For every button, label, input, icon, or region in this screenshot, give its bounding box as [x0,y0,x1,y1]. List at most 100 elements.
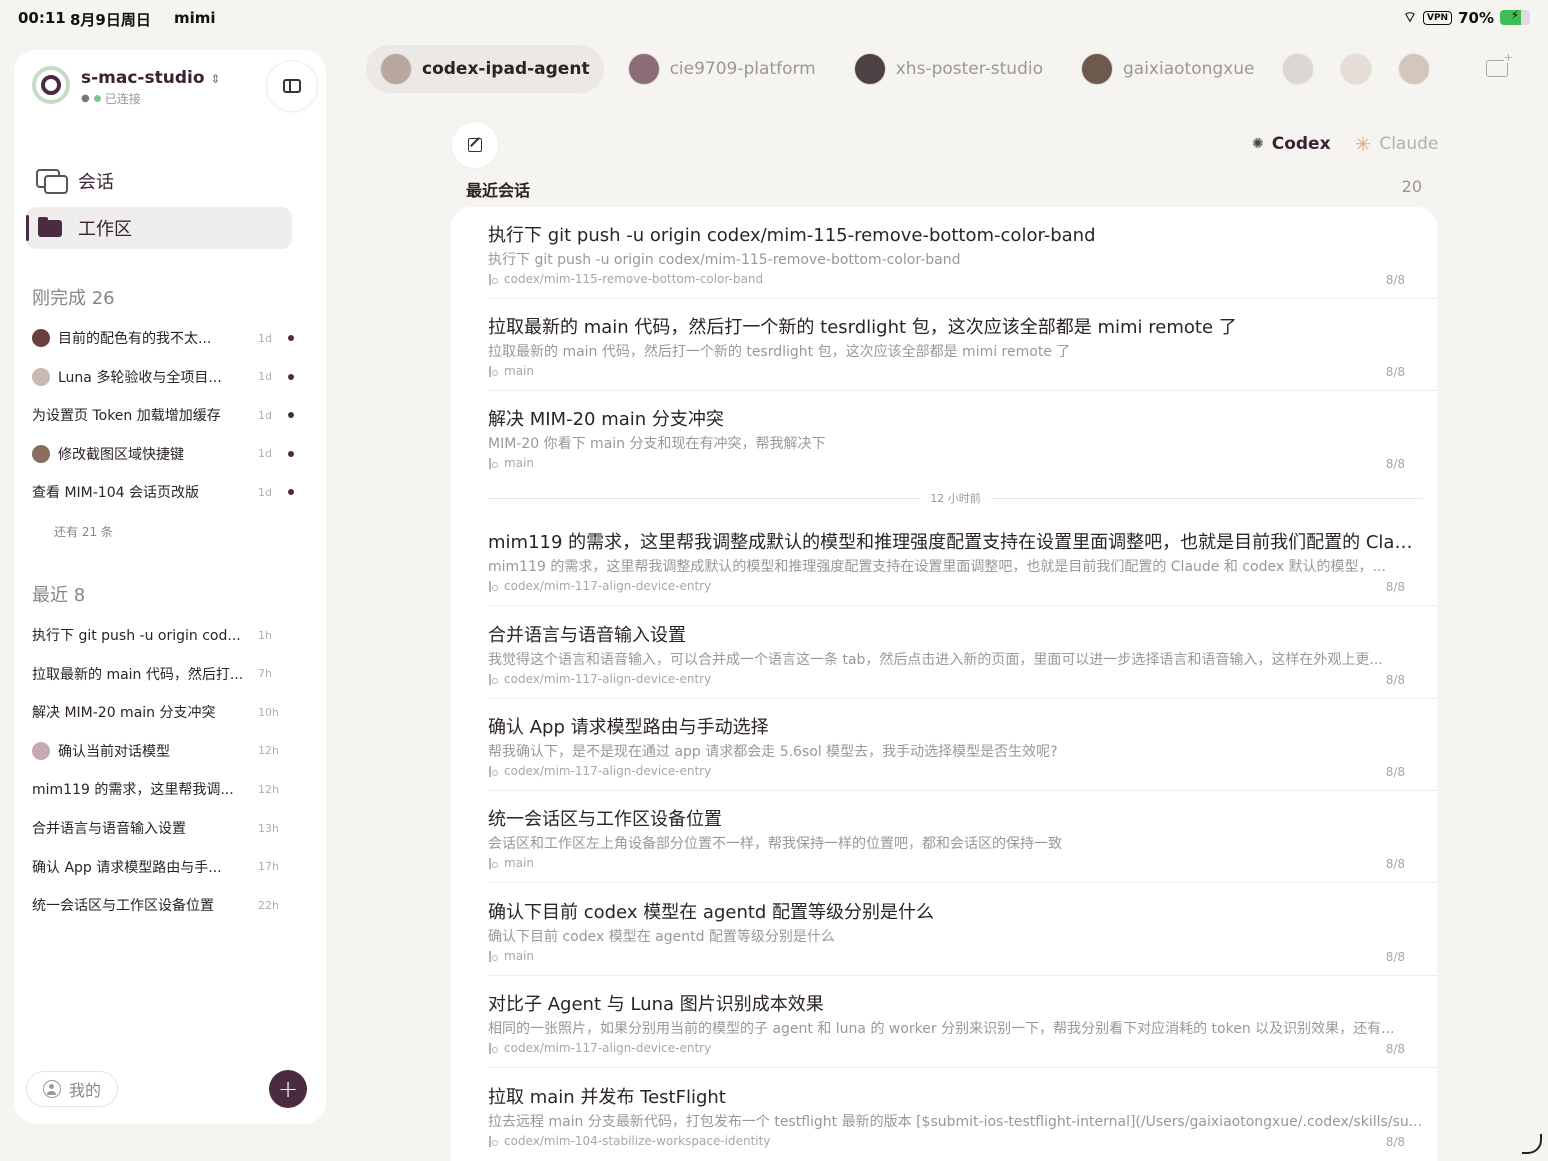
session-row[interactable]: 对比子 Agent 与 Luna 图片识别成本效果相同的一张照片，如果分别用当前… [488,990,1437,1068]
agent-tab[interactable]: codex-ipad-agent [366,45,604,93]
session-row[interactable]: 解决 MIM-20 main 分支冲突 MIM-20 你看下 main 分支和现在… [488,405,1437,483]
session-list-item[interactable]: 确认当前对话模型 12h [32,739,294,763]
new-session-button[interactable]: + [269,1070,307,1108]
folder-icon [36,216,68,240]
branch-name: codex/mim-117-align-device-entry [504,1041,712,1055]
model-option-codex[interactable]: ✺ Codex [1252,134,1331,154]
active-indicator [26,215,29,241]
session-list-item[interactable]: Luna 多轮验收与全项目... 1d [32,365,294,389]
agent-avatar-icon [32,444,50,463]
session-age: 1d [258,447,272,461]
session-date: 8/8 [1385,273,1405,287]
device-name: s-mac-studio [81,68,205,88]
session-date: 8/8 [1385,580,1405,594]
session-list-item[interactable]: 拉取最新的 main 代码，然后打... 7h [32,662,294,686]
sidebar-toggle-button[interactable] [267,61,317,111]
session-branch: main [488,364,534,378]
status-date: 8月9日周日 [70,11,151,29]
session-list-item[interactable]: 执行下 git push -u origin cod... 1h [32,623,294,647]
device-logo-icon [32,66,70,104]
agent-tab[interactable] [1336,45,1376,93]
session-list-item[interactable]: 统一会话区与工作区设备位置 22h [32,893,294,917]
session-title: 修改截图区域快捷键 [58,446,184,463]
claude-icon: ✳ [1354,132,1372,156]
session-list-item[interactable]: 合并语言与语音输入设置 13h [32,816,294,840]
recent-sessions-title: 最近会话 [466,181,531,200]
git-branch-icon [488,1042,498,1054]
session-title: 合并语言与语音输入设置 [488,625,686,646]
git-branch-icon [488,673,498,685]
connected-dot-icon [93,95,101,102]
session-preview: 相同的一张照片，如果分别用当前的模型的子 agent 和 luna 的 work… [488,1021,1395,1037]
me-label: 我的 [68,1081,101,1100]
battery-icon: ⚡ [1500,10,1530,25]
session-row[interactable]: mim119 的需求，这里帮我调整成默认的模型和推理强度配置支持在设置里面调整吧… [488,528,1437,606]
corner-indicator [1522,1134,1542,1154]
session-row[interactable]: 确认下目前 codex 模型在 agentd 配置等级分别是什么 确认下目前 co… [488,898,1437,976]
plus-icon: + [277,1075,299,1103]
session-age: 1d [258,408,272,422]
session-title: 统一会话区与工作区设备位置 [32,898,214,915]
session-row[interactable]: 执行下 git push -u origin codex/mim-115-rem… [488,221,1437,299]
session-list: 执行下 git push -u origin codex/mim-115-rem… [451,207,1437,1161]
agent-avatar-icon [853,53,886,85]
agent-avatar-icon [32,741,50,760]
branch-name: main [504,456,534,470]
branch-name: codex/mim-115-remove-bottom-color-band [504,272,764,286]
device-selector[interactable]: s-mac-studio ⇕ [81,68,221,88]
branch-name: codex/mim-117-align-device-entry [504,764,712,778]
agent-tab[interactable] [1278,45,1318,93]
session-age: 17h [258,860,279,874]
session-preview: 我觉得这个语言和语音输入，可以合并成一个语言这一条 tab，然后点击进入新的页面… [488,652,1383,668]
session-row[interactable]: 统一会话区与工作区设备位置 会话区和工作区左上角设备部分位置不一样，帮我保持一样的… [488,805,1437,883]
session-row[interactable]: 合并语言与语音输入设置我觉得这个语言和语音输入，可以合并成一个语言这一条 tab… [488,621,1437,699]
device-status: ● 已连接 [81,90,141,107]
unread-dot-icon [288,373,294,380]
branch-name: main [504,949,534,963]
session-date: 8/8 [1385,365,1405,379]
session-list-item[interactable]: mim119 的需求，这里帮我调... 12h [32,777,294,801]
device-status-label: 已连接 [104,92,141,106]
chevron-updown-icon: ⇕ [210,72,221,86]
session-title: 对比子 Agent 与 Luna 图片识别成本效果 [488,994,824,1015]
session-list-item[interactable]: 修改截图区域快捷键 1d [32,442,294,466]
session-row[interactable]: 拉取最新的 main 代码，然后打一个新的 tesrdlight 包，这次应该全… [488,313,1437,391]
agent-tab[interactable]: cie9709-platform [614,45,830,93]
session-title: 查看 MIM-104 会话页改版 [32,485,199,502]
add-folder-icon[interactable] [1486,52,1513,77]
wifi-icon: ⌔ [1402,8,1417,26]
session-list-item[interactable]: 查看 MIM-104 会话页改版 1d [32,480,294,504]
session-preview: 执行下 git push -u origin codex/mim-115-rem… [488,252,961,268]
more-completed-link[interactable]: 还有 21 条 [54,523,113,540]
model-label: Claude [1379,134,1439,154]
agent-tab[interactable]: xhs-poster-studio [840,45,1057,93]
agent-tab[interactable] [1394,45,1434,93]
branch-name: codex/mim-117-align-device-entry [504,672,712,686]
session-row[interactable]: 确认 App 请求模型路由与手动选择 帮我确认下，是不是现在通过 app 请求都会… [488,713,1437,791]
session-list-item[interactable]: 解决 MIM-20 main 分支冲突 10h [32,700,294,724]
git-branch-icon [488,857,498,869]
git-branch-icon [488,365,498,377]
nav-item-workspace[interactable]: 工作区 [26,207,292,249]
status-bar: 00:11 8月9日周日 mimi ⌔ VPN 70% ⚡ [0,0,1548,36]
session-row[interactable]: 拉取 main 并发布 TestFlight 拉去远程 main 分支最新代码，打… [488,1083,1437,1161]
session-title: 拉取 main 并发布 TestFlight [488,1087,726,1108]
compose-button[interactable] [452,122,498,168]
compose-icon [468,138,482,152]
completed-section-title: 刚完成 26 [32,288,115,309]
agent-name: codex-ipad-agent [422,59,590,79]
session-list-item[interactable]: 确认 App 请求模型路由与手... 17h [32,855,294,879]
session-age: 1d [258,485,272,499]
user-icon [42,1080,61,1098]
agent-avatar-icon [1282,53,1315,85]
vpn-badge: VPN [1423,10,1453,25]
nav-item-sessions[interactable]: 会话 [26,160,292,202]
me-button[interactable]: 我的 [26,1071,118,1107]
model-option-claude[interactable]: ✳ Claude [1355,132,1439,156]
agent-avatar-icon [1081,53,1113,85]
session-list-item[interactable]: 为设置页 Token 加载增加缓存 1d [32,403,294,427]
branch-name: main [504,856,534,870]
agent-tab[interactable]: gaixiaotongxue [1067,45,1268,93]
session-list-item[interactable]: 目前的配色有的我不太... 1d [32,326,294,350]
session-title: mim119 的需求，这里帮我调... [32,782,234,799]
